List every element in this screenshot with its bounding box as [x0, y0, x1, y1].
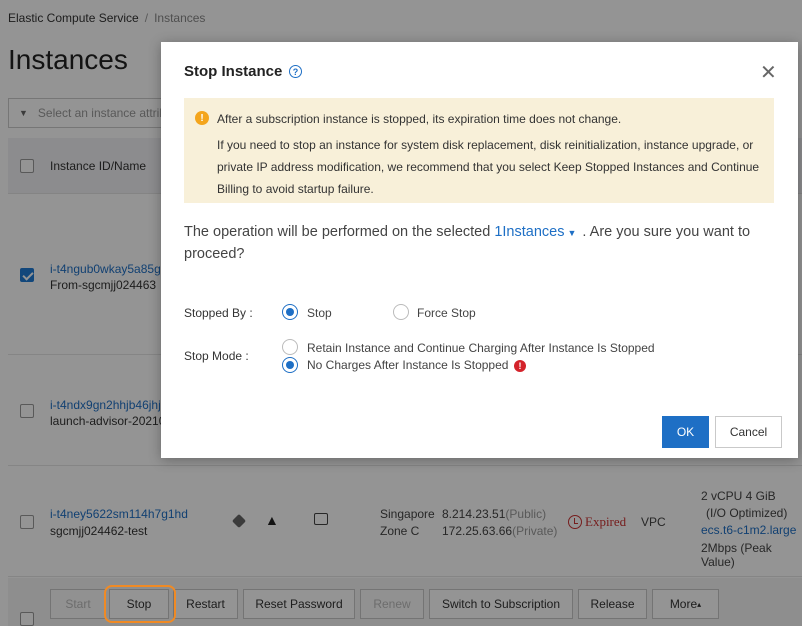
confirm-question: The operation will be performed on the s…	[184, 222, 764, 265]
no-charges-radio[interactable]	[282, 357, 298, 373]
error-icon[interactable]: !	[514, 360, 526, 372]
no-charges-radio-label[interactable]: No Charges After Instance Is Stopped	[307, 358, 508, 372]
help-icon[interactable]: ?	[289, 65, 302, 78]
cancel-button[interactable]: Cancel	[715, 416, 782, 448]
warning-icon: !	[195, 111, 209, 125]
stop-radio[interactable]	[282, 304, 298, 320]
warning-notice: ! After a subscription instance is stopp…	[184, 98, 774, 203]
stopped-by-label: Stopped By :	[184, 306, 253, 320]
stop-button-highlight	[104, 585, 176, 623]
selected-instances-dropdown[interactable]: 1Instances	[494, 224, 564, 240]
retain-instance-radio[interactable]	[282, 339, 298, 355]
retain-instance-radio-label[interactable]: Retain Instance and Continue Charging Af…	[307, 341, 655, 355]
notice-line2: If you need to stop an instance for syst…	[217, 138, 760, 196]
close-icon[interactable]: ✕	[760, 60, 777, 85]
question-before: The operation will be performed on the s…	[184, 224, 491, 240]
notice-line1: After a subscription instance is stopped…	[217, 112, 622, 126]
caret-down-icon[interactable]: ▼	[567, 228, 576, 238]
force-stop-radio[interactable]	[393, 304, 409, 320]
ok-button[interactable]: OK	[662, 416, 709, 448]
stop-mode-label: Stop Mode :	[184, 349, 249, 363]
stop-instance-dialog: Stop Instance ? ✕ ! After a subscription…	[161, 42, 798, 458]
stop-radio-label[interactable]: Stop	[307, 306, 332, 320]
force-stop-radio-label[interactable]: Force Stop	[417, 306, 476, 320]
dialog-title: Stop Instance	[184, 63, 283, 80]
